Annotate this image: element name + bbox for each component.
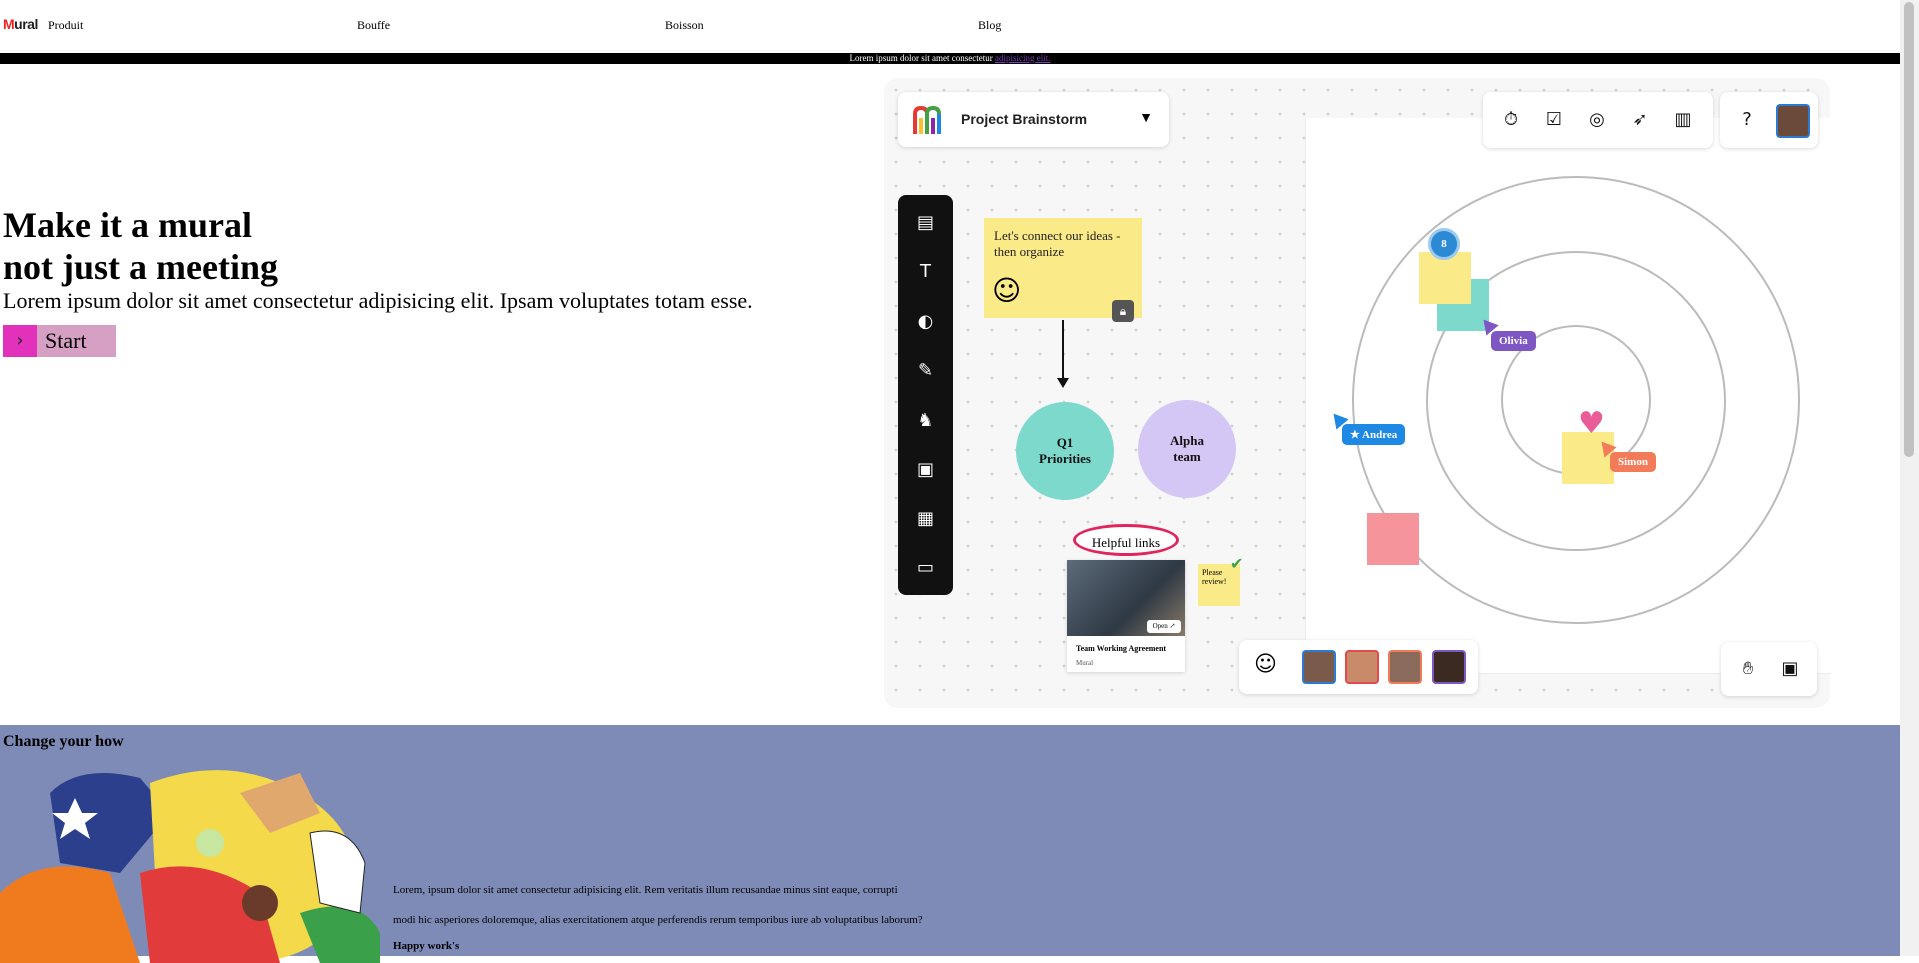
- llama-icon[interactable]: ♞: [913, 408, 938, 433]
- cursor-olivia: Olivia: [1491, 331, 1536, 351]
- hand-icon[interactable]: ✋︎: [1735, 656, 1761, 682]
- help-avatar-bar: ?: [1720, 92, 1818, 148]
- chevron-right-icon: ›: [3, 325, 37, 357]
- helpful-links-label[interactable]: Helpful links: [1073, 524, 1179, 556]
- page-scrollbar[interactable]: [1900, 0, 1919, 956]
- hero-title-line2: not just a meeting: [3, 247, 278, 287]
- cursor-andrea: ★ Andrea: [1342, 424, 1406, 445]
- collaborator-avatar[interactable]: [1432, 650, 1466, 684]
- collaborator-avatar[interactable]: [1345, 650, 1379, 684]
- help-icon[interactable]: ?: [1734, 107, 1760, 133]
- archive-icon[interactable]: ▭: [913, 555, 938, 580]
- hand-map-bar: ✋︎ ▣: [1721, 642, 1817, 696]
- top-nav: Mural Produit Bouffe Boisson Blog: [0, 0, 1900, 52]
- smiley-icon: ☺: [992, 274, 1022, 307]
- card-open-button[interactable]: Open ↗: [1147, 620, 1181, 633]
- map-icon[interactable]: ▣: [1777, 656, 1803, 682]
- section-title: Change your how: [3, 733, 124, 750]
- scrollbar-thumb[interactable]: [1904, 2, 1914, 457]
- alpha-team-label: Alpha team: [1170, 433, 1204, 464]
- hero-subtitle: Lorem ipsum dolor sit amet consectetur a…: [3, 288, 753, 313]
- collaborator-avatar[interactable]: [1388, 650, 1422, 684]
- text-icon[interactable]: T: [913, 259, 938, 284]
- collaborators-bar: ☺: [1239, 640, 1478, 694]
- project-name: Project Brainstorm: [961, 111, 1088, 127]
- announcement-banner: Lorem ipsum dolor sit amet consectetur a…: [0, 53, 1900, 64]
- sticky-note-icon[interactable]: ▤: [913, 210, 938, 235]
- section-subtitle: Happy work's: [393, 940, 460, 952]
- grid-icon[interactable]: ▦: [913, 506, 938, 531]
- mural-logo-icon: [913, 105, 941, 134]
- start-label: Start: [45, 328, 87, 353]
- cursor-simon: Simon: [1610, 452, 1656, 472]
- checkmark-icon: ✔: [1230, 554, 1244, 573]
- private-mode-icon[interactable]: ◎: [1584, 107, 1610, 133]
- start-button[interactable]: › Start: [3, 325, 116, 357]
- timer-icon[interactable]: ⏱: [1498, 107, 1524, 133]
- nav-link-bouffe[interactable]: Bouffe: [357, 18, 390, 33]
- lock-icon: 🔒︎: [1112, 300, 1134, 322]
- q1-priorities-circle[interactable]: Q1 Priorities: [1016, 402, 1114, 500]
- people-illustration: [0, 770, 380, 963]
- image-icon[interactable]: ▣: [913, 457, 938, 482]
- pen-icon[interactable]: ✎: [913, 358, 938, 383]
- nav-link-blog[interactable]: Blog: [978, 18, 1001, 33]
- logo-text: ural: [14, 16, 38, 32]
- hero-title: Make it a mural not just a meeting: [3, 204, 278, 288]
- arrow-connector: [1057, 320, 1069, 388]
- banner-link[interactable]: adipisicing elit.: [995, 53, 1051, 63]
- nav-link-boisson[interactable]: Boisson: [665, 18, 704, 33]
- top-toolbar: ⏱ ☑ ◎ ➶ ▥: [1483, 92, 1713, 148]
- vote-count-badge: 8: [1428, 228, 1460, 260]
- reaction-icon[interactable]: ☺: [1254, 652, 1277, 677]
- andrea-name: Andrea: [1362, 429, 1398, 441]
- change-your-how-section: Change your how Lorem, ipsum dolor sit a…: [0, 725, 1900, 963]
- user-avatar[interactable]: [1776, 104, 1810, 138]
- cursor-icon[interactable]: ➶: [1627, 107, 1653, 133]
- q1-priorities-label: Q1 Priorities: [1039, 435, 1091, 466]
- mural-toolbar: ▤ T ◐ ✎ ♞ ▣ ▦ ▭: [898, 195, 953, 595]
- card-open-label: Open: [1152, 622, 1168, 630]
- shapes-icon[interactable]: ◐: [913, 309, 938, 334]
- please-review-sticky[interactable]: Please review! ✔: [1198, 554, 1243, 606]
- heart-icon: ♥: [1578, 406, 1605, 441]
- project-selector[interactable]: Project Brainstorm ▼: [898, 92, 1169, 147]
- hero-title-line1: Make it a mural: [3, 205, 252, 245]
- card-title: Team Working Agreement: [1076, 644, 1167, 653]
- collaborator-avatar[interactable]: [1302, 650, 1336, 684]
- card-sub: Mural: [1076, 659, 1094, 667]
- banner-text: Lorem ipsum dolor sit amet consectetur: [849, 53, 993, 63]
- chevron-down-icon: ▼: [1139, 109, 1153, 125]
- mural-logo[interactable]: Mural: [3, 16, 38, 32]
- paragraph-line1: Lorem, ipsum dolor sit amet consectetur …: [393, 884, 898, 896]
- section-paragraph: Lorem, ipsum dolor sit amet consectetur …: [393, 875, 1093, 935]
- nav-link-produit[interactable]: Produit: [48, 18, 83, 33]
- link-card[interactable]: Open ↗ Team Working Agreement Mural: [1067, 560, 1185, 672]
- sticky-text: Let's connect our ideas - then organize: [994, 228, 1121, 259]
- sticky-note[interactable]: Let's connect our ideas - then organize …: [984, 218, 1142, 322]
- pink-sticky[interactable]: [1367, 513, 1419, 565]
- paragraph-line2: modi hic asperiores doloremque, alias ex…: [393, 914, 923, 926]
- checkbox-icon[interactable]: ☑: [1541, 107, 1567, 133]
- alpha-team-circle[interactable]: Alpha team: [1138, 400, 1236, 498]
- toolbox-icon[interactable]: ▥: [1670, 107, 1696, 133]
